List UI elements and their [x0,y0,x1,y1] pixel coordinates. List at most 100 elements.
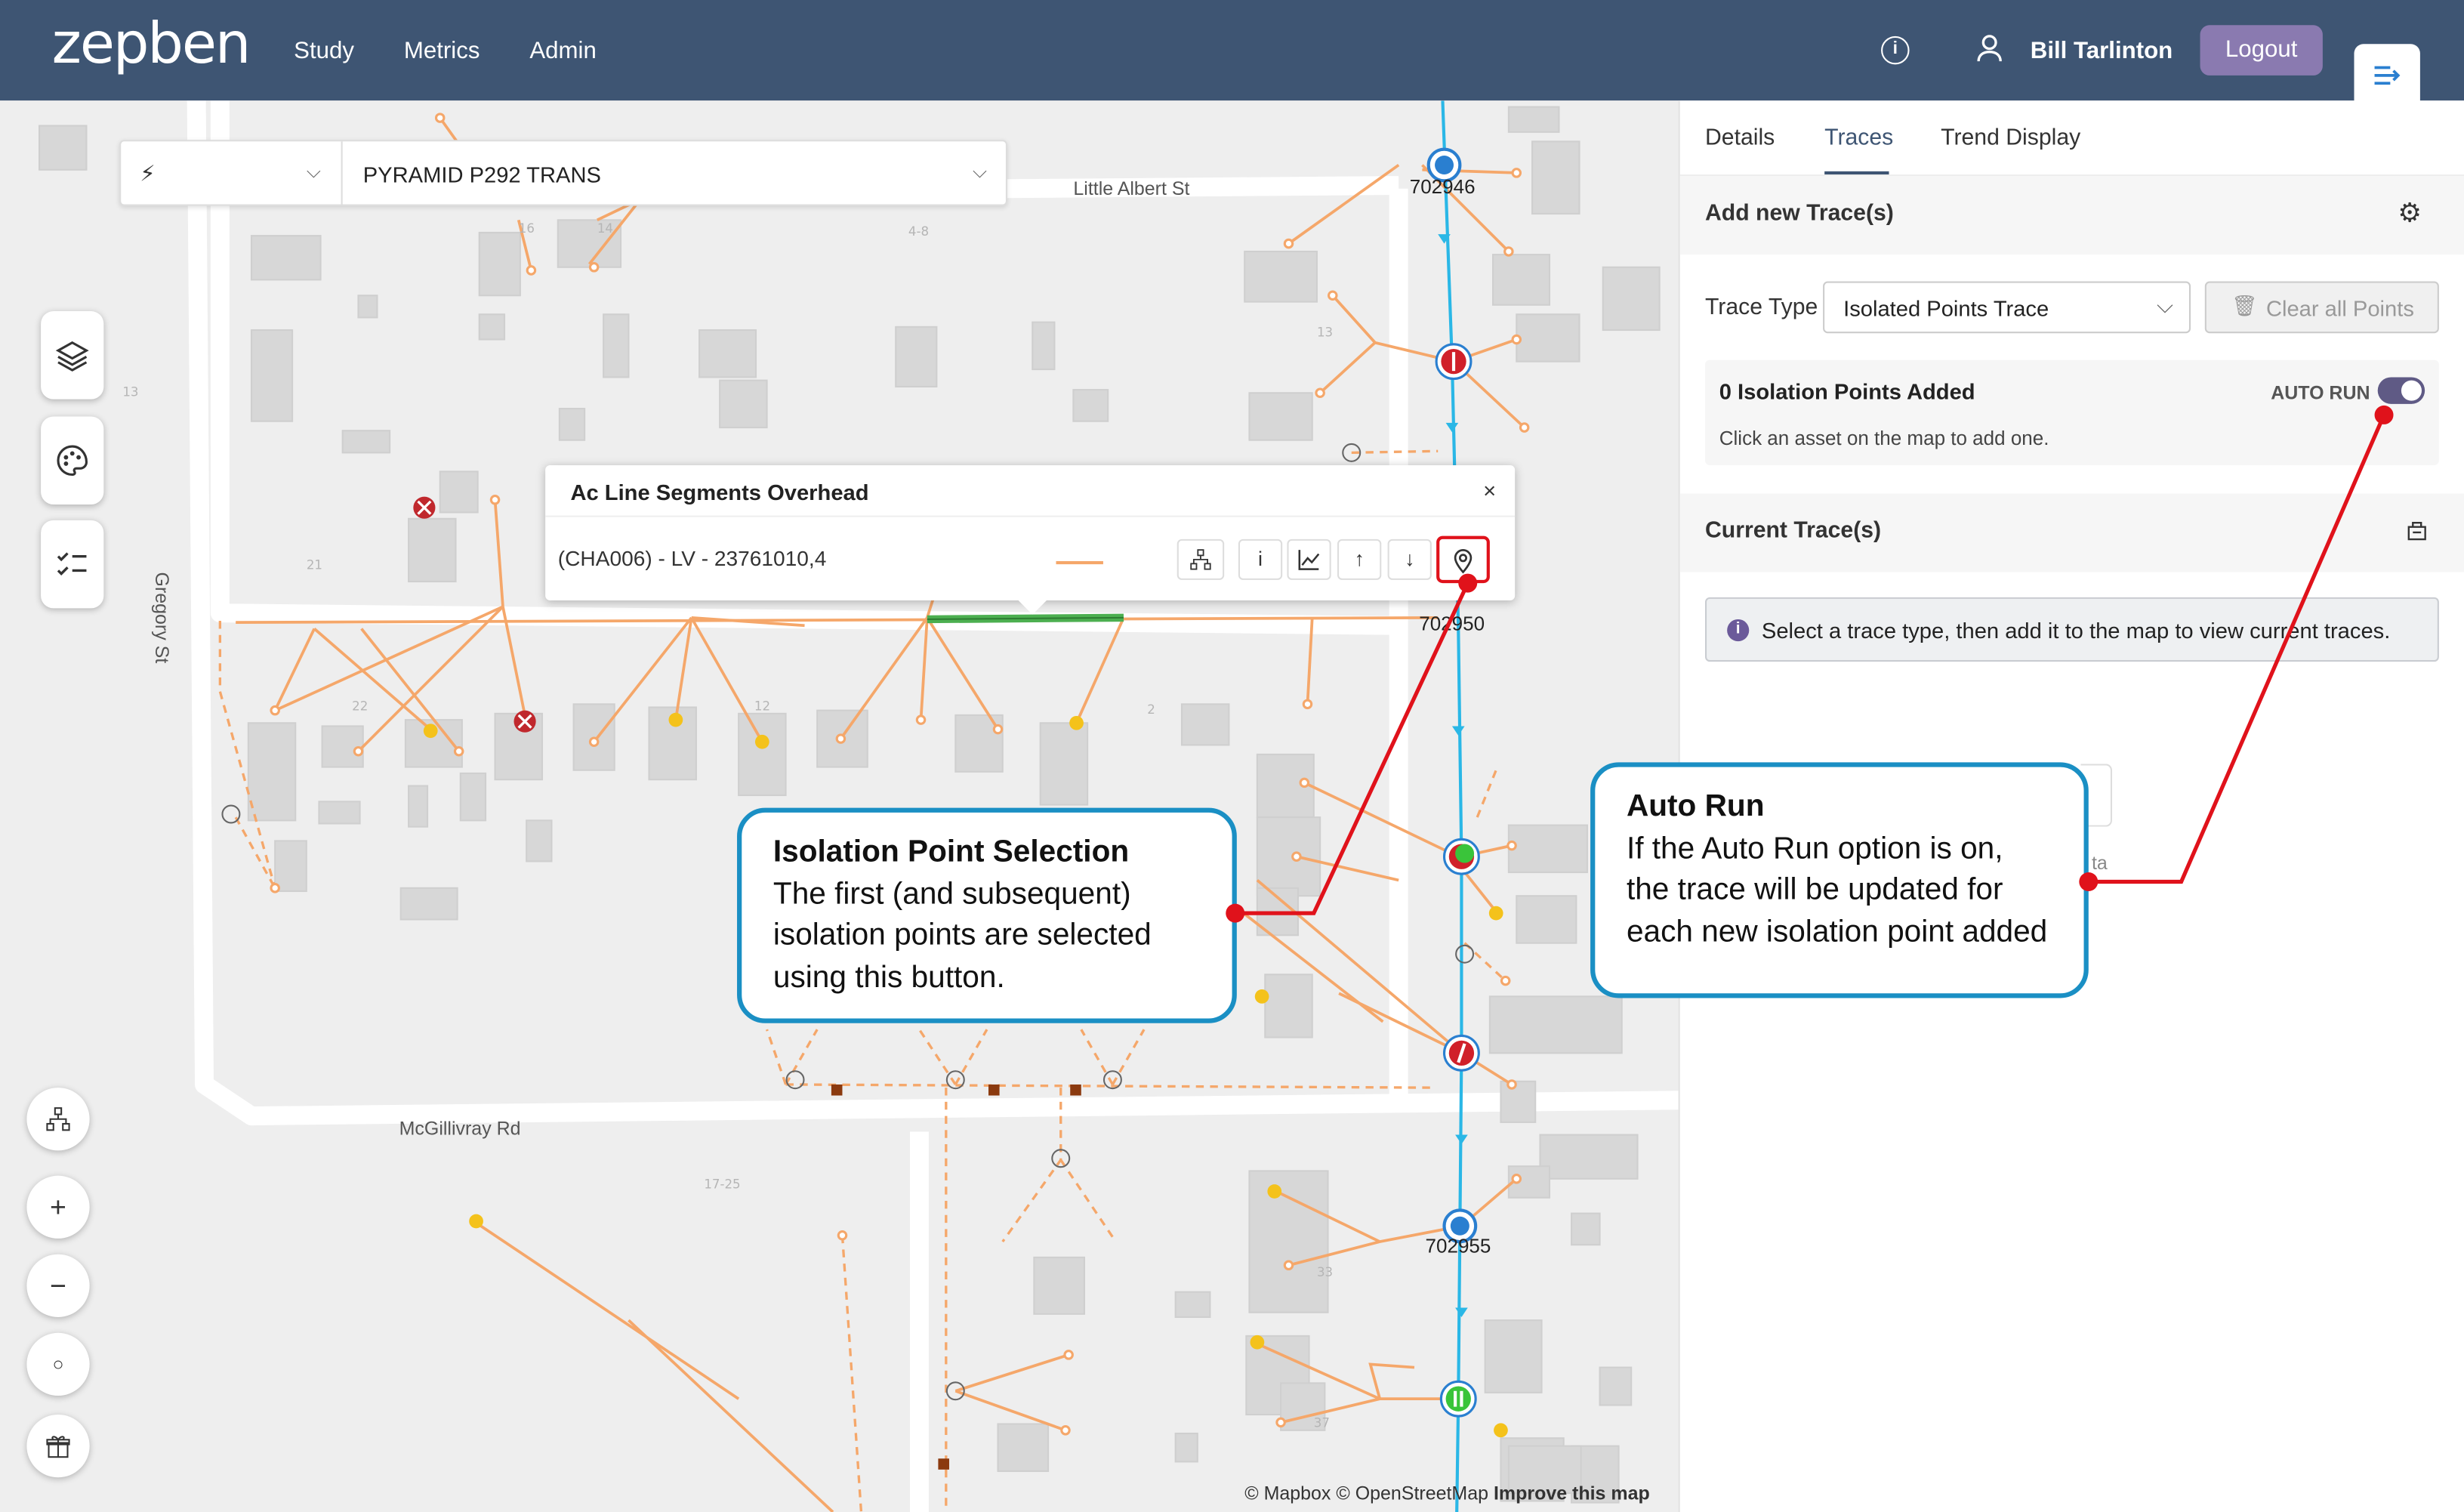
nav-metrics[interactable]: Metrics [404,38,480,64]
callout-isolation: Isolation Point Selection The first (and… [737,807,1237,1023]
network-button[interactable] [26,1088,90,1151]
user-icon [1977,35,2002,71]
svg-text:4-8: 4-8 [908,224,929,239]
auto-run-label: AUTO RUN [2271,381,2370,404]
chart-button[interactable] [1287,538,1331,580]
locate-icon: ○ [52,1353,64,1375]
street-label: Gregory St [150,572,173,664]
svg-text:2: 2 [1147,702,1155,717]
layers-button[interactable] [41,311,104,400]
current-traces-header: Current Trace(s) [1679,493,2464,572]
trace-type-label: Trace Type [1704,295,1818,321]
zoom-out-button[interactable]: − [26,1254,90,1317]
info-icon[interactable]: i [1881,35,1910,65]
node-label: 702946 [1409,176,1476,199]
svg-text:33: 33 [1317,1265,1333,1279]
toggle-knob [2401,380,2422,401]
hierarchy-button[interactable] [1176,538,1225,580]
zoom-in-button[interactable]: + [26,1175,90,1239]
map-attribution: © Mapbox © OpenStreetMap Improve this ma… [1244,1482,1650,1504]
user-name: Bill Tarlinton [2030,37,2173,65]
svg-text:22: 22 [352,699,368,714]
isolation-hint: Click an asset on the map to add one. [1719,427,2049,450]
callout-body: If the Auto Run option is on, the trace … [1626,830,2048,949]
notice-text: Select a trace type, then add it to the … [1761,617,2391,643]
section-title: Current Trace(s) [1704,518,1882,545]
trace-down-button[interactable]: ↓ [1387,538,1432,580]
svg-text:12: 12 [754,699,770,714]
svg-text:16: 16 [519,221,535,236]
tab-traces[interactable]: Traces [1824,125,1893,150]
popup-asset-name: (CHA006) - LV - 23761010,4 [557,547,827,571]
chevron-down-icon[interactable]: ⌵ [973,160,987,184]
callout-heading: Auto Run [1626,788,1765,824]
isolation-count: 0 Isolation Points Added [1719,378,1975,404]
trace-up-icon: ↑ [1354,547,1365,571]
map-canvas[interactable]: 16 14 4-8 13 21 22 12 2 13 17-25 33 37 Little Alb… [0,100,1679,1512]
asset-popup: Ac Line Segments Overhead × (CHA006) - L… [545,465,1516,600]
info-icon: i [1727,619,1750,642]
chevron-down-icon: ⌵ [2157,292,2174,318]
street-label: Little Albert St [1073,177,1190,200]
zoom-out-icon: − [50,1269,66,1301]
clear-all-points-button[interactable]: 🗑 Clear all Points [2204,281,2439,334]
top-bar: zepben Study Metrics Admin i Bill Tarlin… [0,0,2464,107]
popup-pointer [1016,598,1049,615]
info-icon: i [1258,547,1263,571]
isolation-point-button[interactable] [1436,535,1490,584]
attribution-text[interactable]: © Mapbox © OpenStreetMap [1244,1482,1488,1504]
improve-map-link[interactable]: Improve this map [1494,1482,1650,1504]
feeder-value[interactable]: PYRAMID P292 TRANS [363,162,601,187]
tab-details[interactable]: Details [1705,125,1775,150]
svg-text:13: 13 [122,384,138,399]
panel-collapse-icon[interactable] [2354,44,2420,107]
divider [545,515,1516,517]
network-icon [46,1107,70,1131]
traces-notice: i Select a trace type, then add it to th… [1704,597,2439,662]
add-trace-header: Add new Trace(s) ⚙ [1679,176,2464,255]
checklist-button[interactable] [41,520,104,609]
isolation-point-icon [1454,549,1473,574]
palette-icon [57,445,88,477]
info-button[interactable]: i [1238,538,1283,580]
logout-button[interactable]: Logout [2200,25,2323,76]
callout-body: The first (and subsequent) isolation poi… [773,876,1152,995]
street-label: McGillivray Rd [399,1117,521,1140]
trace-list-icon[interactable] [2406,519,2428,545]
chevron-down-icon[interactable]: ⌵ [307,160,321,184]
trace-down-icon: ↓ [1404,547,1415,571]
popup-title: Ac Line Segments Overhead [570,479,869,505]
trash-icon: 🗑 [2231,294,2258,318]
section-title: Add new Trace(s) [1704,201,1894,227]
map-features: 16 14 4-813 2122 12 2 1317-253337 [38,100,1679,1512]
nav-study[interactable]: Study [294,38,354,64]
layers-icon [55,341,89,372]
app-logo[interactable]: zepben [52,13,251,77]
clear-label: Clear all Points [2265,295,2414,321]
gift-icon [46,1436,70,1458]
node-label: 702955 [1425,1235,1491,1257]
nav-admin[interactable]: Admin [529,38,597,64]
locate-button[interactable]: ○ [26,1332,90,1396]
gear-icon[interactable]: ⚙ [2398,198,2422,230]
close-icon[interactable]: × [1483,478,1496,503]
svg-text:37: 37 [1314,1416,1330,1430]
isolation-points-box: 0 Isolation Points Added Click an asset … [1704,359,2439,466]
svg-text:13: 13 [1317,325,1333,339]
trace-up-button[interactable]: ↑ [1337,538,1382,580]
feeder-search[interactable]: ⚡ ⌵ PYRAMID P292 TRANS ⌵ [119,140,1007,206]
svg-text:17-25: 17-25 [704,1177,740,1191]
divider [341,141,343,205]
hierarchy-icon [1190,549,1211,570]
gift-button[interactable] [26,1414,90,1478]
line-style-swatch [1056,560,1103,565]
node-label: 702950 [1419,613,1485,635]
svg-text:14: 14 [597,221,613,236]
tab-trend-display[interactable]: Trend Display [1941,125,2080,150]
auto-run-toggle[interactable] [2377,377,2425,404]
bolt-icon: ⚡ [140,160,156,186]
trace-type-select[interactable]: Isolated Points Trace ⌵ [1823,281,2191,334]
zoom-in-icon: + [50,1190,66,1223]
chart-icon [1298,550,1320,570]
palette-button[interactable] [41,416,104,505]
